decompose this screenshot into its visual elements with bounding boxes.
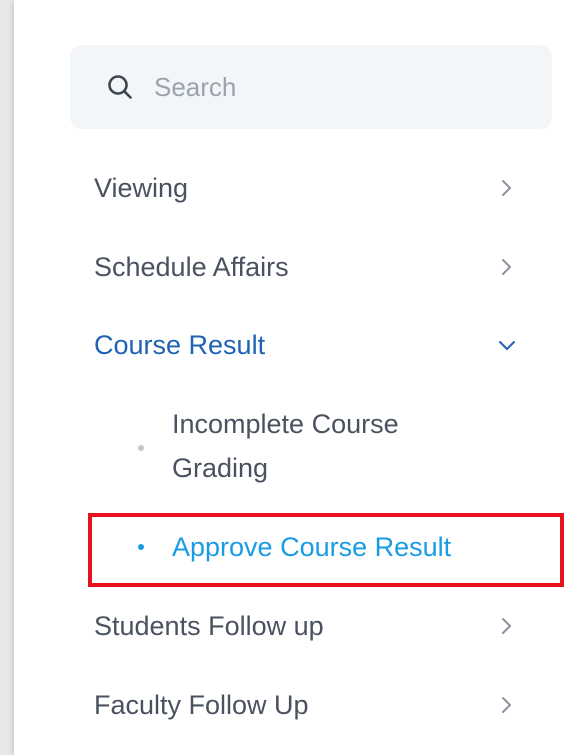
nav-item-label: Viewing [94,172,189,203]
nav-item-label: Students Follow up [94,610,324,641]
search-box[interactable] [70,45,552,129]
chevron-right-icon [502,618,511,634]
nav-item-label: Faculty Follow Up [94,689,309,720]
sub-item-incomplete-course-grading[interactable]: Incomplete Course Grading [134,402,544,494]
nav-item-label: Course Result [94,329,266,360]
nav-item-schedule-affairs[interactable]: Schedule Affairs [94,242,514,292]
chevron-right-icon [502,697,511,713]
sub-item-label-line1: Incomplete Course [172,409,399,439]
nav-item-viewing[interactable]: Viewing [94,163,514,213]
sidebar-panel: Viewing Schedule Affairs Course Result I… [14,0,583,755]
sub-item-label-line2: Grading [172,453,269,483]
nav-item-course-result[interactable]: Course Result [94,320,515,370]
search-input[interactable] [154,65,534,109]
search-icon [108,75,132,99]
nav-item-faculty-follow-up[interactable]: Faculty Follow Up [94,680,514,730]
nav-item-label: Schedule Affairs [94,251,289,282]
chevron-right-icon [502,180,511,196]
bullet-dot [138,544,144,550]
chevron-right-icon [502,259,511,275]
nav-item-students-follow-up[interactable]: Students Follow up [94,601,514,651]
sub-item-label: Approve Course Result [172,532,452,562]
bullet-dot [138,445,144,451]
sub-item-approve-course-result[interactable]: Approve Course Result [134,525,544,569]
chevron-down-icon [499,341,515,350]
